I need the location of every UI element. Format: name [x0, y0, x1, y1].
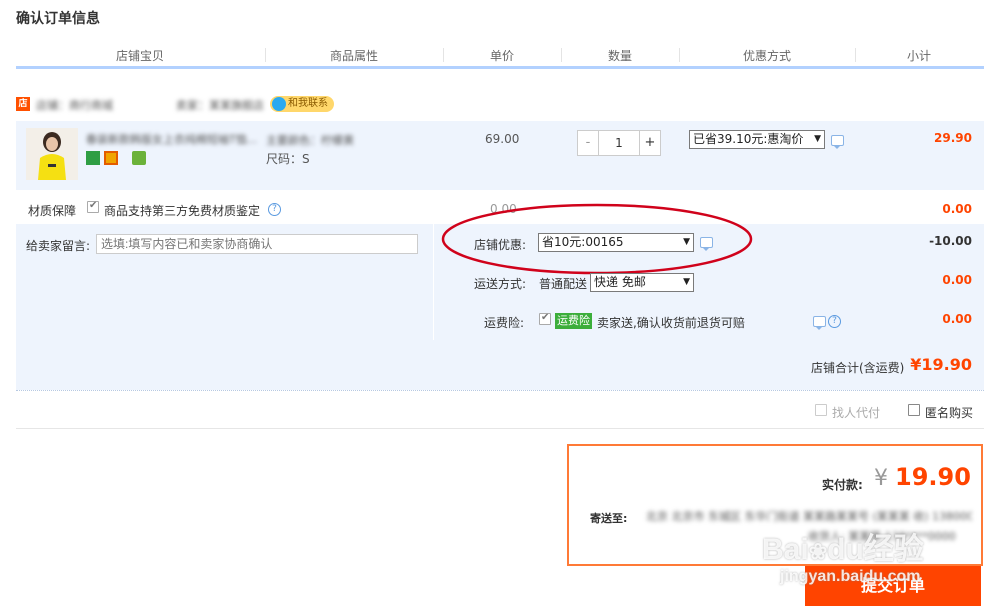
- shop-total-label: 店铺合计(含运费): [811, 361, 905, 375]
- page-title: 确认订单信息: [16, 11, 100, 27]
- column-header-attributes: 商品属性: [329, 49, 378, 63]
- paw-icon: ❀: [808, 539, 828, 564]
- baidu-watermark: Bai❀du经验: [762, 524, 924, 568]
- product-size: 尺码：S: [266, 152, 310, 166]
- quality-checkbox-label: 商品支持第三方免费材质鉴定: [104, 204, 261, 218]
- wangwang-icon: [272, 97, 286, 111]
- discount-select[interactable]: 已省39.10元:惠淘价 ▼: [689, 130, 825, 149]
- quantity-decrease-button[interactable]: -: [578, 131, 598, 155]
- quantity-stepper[interactable]: - 1 +: [577, 130, 661, 156]
- ship-to-label: 寄送至:: [590, 512, 628, 525]
- header-rule: [16, 66, 984, 69]
- discount-select-value: 已省39.10元:惠淘价: [693, 132, 804, 146]
- column-header-quantity: 数量: [607, 49, 632, 63]
- help-icon[interactable]: ?: [828, 315, 841, 328]
- insurance-checkbox[interactable]: [539, 312, 551, 325]
- quantity-increase-button[interactable]: +: [640, 131, 660, 155]
- ship-to-address: 北京 北京市 东城区 东华门街道 某某路某某号 (某某某 收) 13800000…: [646, 510, 972, 523]
- pay-label: 实付款:: [822, 478, 863, 492]
- product-title[interactable]: 春装新款韩版女上衣纯棉短袖T恤...: [86, 131, 256, 147]
- product-subtotal: 29.90: [934, 131, 972, 145]
- shop-discount-amount: -10.00: [929, 234, 972, 248]
- currency-symbol: ¥: [874, 466, 888, 491]
- shipping-label: 运送方式:: [474, 277, 527, 291]
- insurance-text: 卖家送,确认收货前退货可赔: [597, 316, 745, 330]
- unit-price: 69.00: [485, 132, 520, 146]
- product-color: 主要颜色：柠檬黄: [266, 134, 354, 147]
- chevron-down-icon: ▼: [814, 134, 821, 144]
- product-image: [26, 128, 78, 180]
- watermark-logo-c: 经验: [863, 533, 924, 566]
- watermark-logo-b: du: [827, 533, 864, 566]
- pay-amount: 19.90: [895, 463, 971, 491]
- column-header-subtotal: 小计: [906, 49, 931, 63]
- shop-total-amount: ¥19.90: [910, 355, 972, 374]
- proxy-pay-label: 找人代付: [832, 406, 881, 420]
- insurance-label: 运费险:: [484, 316, 525, 330]
- shop-icon: 店: [16, 97, 30, 111]
- message-label: 给卖家留言:: [26, 239, 91, 253]
- quality-checkbox[interactable]: [87, 200, 99, 213]
- insurance-tag: 运费险: [555, 313, 592, 329]
- contact-seller-button[interactable]: 和我联系: [270, 96, 334, 112]
- seller-name[interactable]: 卖家：某某旗舰店: [176, 97, 264, 113]
- anonymous-label: 匿名购买: [925, 406, 974, 420]
- comment-icon[interactable]: [813, 316, 826, 330]
- panel-divider: [433, 224, 434, 340]
- shop-name[interactable]: 店铺：商行商城: [36, 97, 113, 113]
- credit-card-icon: [104, 151, 118, 165]
- quantity-input[interactable]: 1: [598, 131, 640, 155]
- shipping-amount: 0.00: [942, 273, 972, 287]
- column-header-item: 店铺宝贝: [115, 49, 164, 63]
- watermark-url: jingyan.baidu.com: [780, 568, 921, 585]
- quality-label: 材质保障: [28, 204, 77, 218]
- shipping-select-value: 快递 免邮: [594, 275, 646, 289]
- proxy-pay-checkbox[interactable]: [815, 404, 827, 416]
- anonymous-checkbox[interactable]: [908, 404, 920, 416]
- help-icon[interactable]: ?: [268, 203, 281, 216]
- shipping-method: 普通配送: [539, 277, 588, 291]
- shipping-select[interactable]: 快递 免邮 ▼: [590, 273, 694, 292]
- quality-subtotal: 0.00: [942, 202, 972, 216]
- dotted-divider: [16, 390, 984, 391]
- certified-icon: [132, 151, 146, 165]
- column-header-unit-price: 单价: [489, 49, 514, 63]
- seven-day-return-icon: [86, 151, 100, 165]
- message-input[interactable]: [96, 234, 418, 254]
- contact-label: 和我联系: [288, 98, 328, 109]
- product-thumbnail[interactable]: [26, 128, 78, 180]
- divider: [16, 428, 984, 429]
- insurance-amount: 0.00: [942, 312, 972, 326]
- highlight-circle: [441, 203, 753, 275]
- watermark-logo-a: Bai: [762, 533, 809, 566]
- comment-icon[interactable]: [831, 135, 844, 149]
- column-header-discount: 优惠方式: [742, 49, 791, 63]
- chevron-down-icon: ▼: [683, 277, 690, 287]
